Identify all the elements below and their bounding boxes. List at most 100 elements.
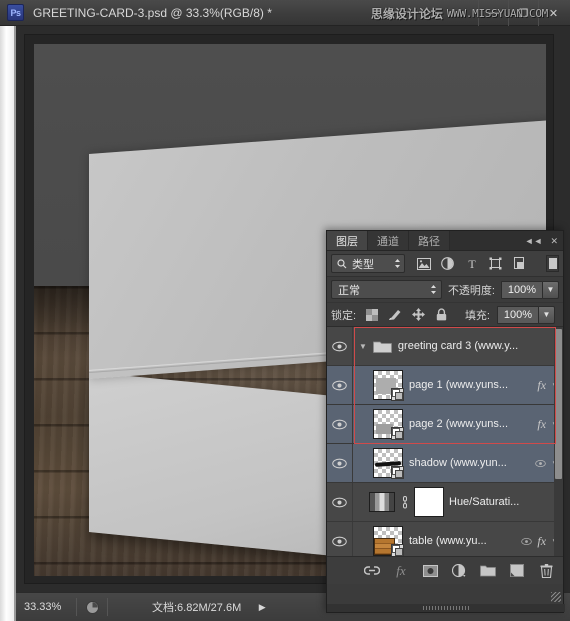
lock-all-icon[interactable]	[434, 308, 448, 322]
new-group-button[interactable]	[480, 563, 496, 579]
panel-collapse-icon[interactable]: ◄◄	[523, 235, 545, 248]
opacity-control[interactable]: 100% ▼	[501, 280, 559, 299]
group-expand-caret[interactable]: ▼	[359, 342, 367, 351]
filter-kind-select[interactable]: 类型	[331, 254, 405, 273]
tab-layers[interactable]: 图层	[327, 231, 368, 250]
filter-pixel-icon[interactable]	[416, 256, 431, 271]
layer-row-body[interactable]: ▼ greeting card 3 (www.y...	[353, 327, 563, 365]
new-adjustment-layer-button[interactable]	[451, 563, 467, 579]
eye-icon	[332, 458, 347, 468]
opacity-value[interactable]: 100%	[501, 280, 543, 299]
filter-adjustment-icon[interactable]	[440, 256, 455, 271]
layer-fx-icon[interactable]: fx	[537, 534, 546, 549]
layer-row-shadow[interactable]: shadow (www.yun... ▼	[327, 444, 563, 483]
add-layer-mask-button[interactable]	[422, 563, 438, 579]
hue-saturation-thumbnail	[369, 492, 395, 512]
blend-mode-select[interactable]: 正常	[331, 280, 442, 299]
layers-panel: 图层 通道 路径 ◄◄ ✕ 类型 T 正常 不透明度: 100% ▼ 锁定: 填…	[326, 230, 565, 613]
layer-filter-row: 类型 T	[327, 251, 563, 277]
folder-icon	[373, 341, 392, 353]
status-expand-arrow[interactable]: ▶	[251, 602, 273, 613]
layer-row-table[interactable]: table (www.yu... fx ▼	[327, 522, 563, 556]
layer-fx-icon[interactable]: fx	[537, 378, 546, 393]
app-icon: Ps	[7, 4, 24, 21]
filter-smart-object-icon[interactable]	[512, 256, 527, 271]
panel-resize-handle[interactable]	[551, 592, 561, 602]
layer-list-scrollbar-thumb[interactable]	[555, 329, 562, 479]
layer-name: page 2 (www.yuns...	[409, 418, 509, 430]
watermark-url: WWW.MISSYUAN.COM	[446, 7, 548, 20]
fill-label: 填充:	[464, 309, 490, 322]
page-1-thumbnail	[373, 370, 404, 401]
document-size: 文档:6.82M/27.6M	[152, 602, 242, 614]
layer-visibility-toggle[interactable]	[327, 366, 353, 404]
layer-visibility-toggle[interactable]	[327, 483, 353, 521]
smart-object-badge	[391, 544, 404, 556]
link-layers-button[interactable]	[364, 563, 380, 579]
close-icon: ✕	[548, 7, 559, 20]
tab-paths[interactable]: 路径	[409, 231, 450, 250]
mask-visibility-icon[interactable]	[535, 459, 546, 468]
layer-row-hue-saturation[interactable]: Hue/Saturati...	[327, 483, 563, 522]
link-mask-icon[interactable]	[400, 495, 409, 509]
tab-channels[interactable]: 通道	[368, 231, 409, 250]
layer-row-body[interactable]: shadow (www.yun... ▼	[353, 444, 563, 482]
delete-layer-button[interactable]	[538, 563, 554, 579]
search-icon	[337, 258, 347, 268]
tab-channels-label: 通道	[377, 235, 399, 248]
lock-row: 锁定: 填充: 100% ▼	[327, 303, 563, 327]
stepper-icon[interactable]	[394, 258, 401, 269]
layer-list[interactable]: ▼ greeting card 3 (www.y... page 1 (www.…	[327, 327, 563, 556]
layer-style-button[interactable]: fx	[393, 563, 409, 579]
layer-row-page-1[interactable]: page 1 (www.yuns... fx ▼	[327, 366, 563, 405]
smart-object-badge	[391, 388, 404, 401]
panel-drag-grip[interactable]	[327, 604, 565, 612]
layer-name: greeting card 3 (www.y...	[397, 340, 519, 352]
blend-mode-value: 正常	[338, 284, 360, 297]
filter-enable-toggle[interactable]	[546, 255, 559, 272]
opacity-dropdown-icon[interactable]: ▼	[543, 280, 559, 299]
layer-visibility-toggle[interactable]	[327, 327, 353, 365]
layer-visibility-toggle[interactable]	[327, 405, 353, 443]
blend-stepper-icon[interactable]	[430, 284, 437, 295]
lock-image-pixels-icon[interactable]	[388, 308, 402, 322]
layer-row-body[interactable]: Hue/Saturati...	[353, 483, 563, 521]
lock-position-icon[interactable]	[411, 308, 425, 322]
new-layer-button[interactable]	[509, 563, 525, 579]
layer-row-group[interactable]: ▼ greeting card 3 (www.y...	[327, 327, 563, 366]
layer-list-scrollbar[interactable]	[554, 327, 563, 556]
filter-shape-icon[interactable]	[488, 256, 503, 271]
layer-visibility-toggle[interactable]	[327, 522, 353, 556]
fill-value[interactable]: 100%	[497, 305, 539, 324]
layer-row-page-2[interactable]: page 2 (www.yuns... fx ▼	[327, 405, 563, 444]
window-title: GREETING-CARD-3.psd @ 33.3%(RGB/8) *	[33, 5, 272, 20]
layer-name: page 1 (www.yuns...	[409, 379, 509, 391]
eye-icon	[332, 380, 347, 390]
fill-dropdown-icon[interactable]: ▼	[539, 305, 555, 324]
panel-close-icon[interactable]: ✕	[548, 235, 560, 248]
layer-visibility-toggle[interactable]	[327, 444, 353, 482]
mask-visibility-icon[interactable]	[521, 537, 533, 546]
layer-name: Hue/Saturati...	[449, 496, 520, 508]
eye-icon	[332, 497, 347, 507]
lock-buttons	[365, 308, 448, 322]
layer-row-body[interactable]: page 1 (www.yuns... fx ▼	[353, 366, 563, 404]
layer-fx-icon[interactable]: fx	[537, 417, 546, 432]
filter-type-icons: T	[416, 256, 527, 271]
filter-kind-label: 类型	[352, 258, 374, 271]
zoom-level[interactable]: 33.33%	[16, 601, 76, 613]
layer-name: shadow (www.yun...	[409, 457, 507, 469]
tab-paths-label: 路径	[418, 235, 440, 248]
fill-control[interactable]: 100% ▼	[497, 305, 555, 324]
table-wood-thumbnail	[373, 526, 404, 556]
layer-row-body[interactable]: table (www.yu... fx ▼	[353, 522, 563, 556]
document-preview-icon[interactable]	[77, 600, 107, 614]
blend-mode-row: 正常 不透明度: 100% ▼	[327, 277, 563, 303]
svg-text:T: T	[468, 257, 476, 270]
lock-transparent-pixels-icon[interactable]	[365, 308, 379, 322]
panel-tab-bar: 图层 通道 路径 ◄◄ ✕	[327, 231, 563, 251]
opacity-label: 不透明度:	[447, 284, 495, 297]
photoshop-window: Ps GREETING-CARD-3.psd @ 33.3%(RGB/8) * …	[0, 0, 570, 621]
filter-type-icon[interactable]: T	[464, 256, 479, 271]
layer-row-body[interactable]: page 2 (www.yuns... fx ▼	[353, 405, 563, 443]
